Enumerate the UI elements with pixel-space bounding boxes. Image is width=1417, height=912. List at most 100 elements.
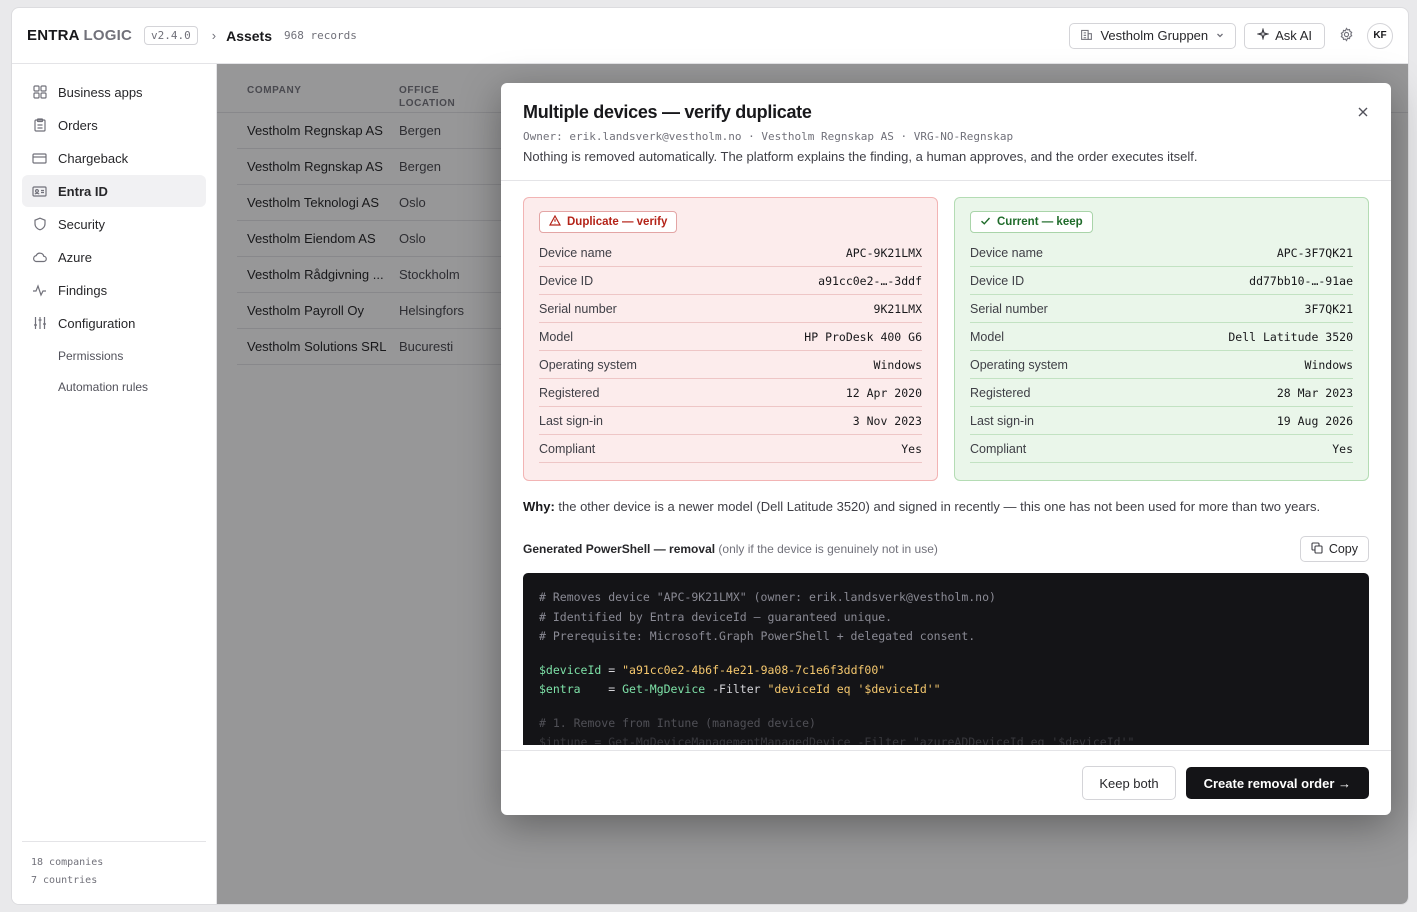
- code-line: $entra = Get-MgDevice -Filter "deviceId …: [539, 680, 1353, 700]
- dialog-description: Nothing is removed automatically. The pl…: [523, 149, 1198, 164]
- sidebar-item-configuration[interactable]: Configuration: [22, 307, 206, 339]
- settings-button[interactable]: [1333, 23, 1359, 49]
- sidebar-item-orders[interactable]: Orders: [22, 109, 206, 141]
- field-value: Windows: [873, 357, 922, 372]
- sidebar-item-chargeback[interactable]: Chargeback: [22, 142, 206, 174]
- credit-card-icon: [32, 151, 47, 166]
- copy-icon: [1311, 541, 1323, 557]
- sidebar-item-label: Configuration: [58, 315, 136, 331]
- field-label: Model: [539, 329, 574, 344]
- field-value: a91cc0e2-…-3ddf: [818, 273, 922, 288]
- sliders-icon: [32, 316, 47, 331]
- code-comment: # Prerequisite: Microsoft.Graph PowerShe…: [539, 629, 976, 643]
- field-value: 3 Nov 2023: [852, 413, 922, 428]
- powershell-header: Generated PowerShell — removal (only if …: [501, 514, 1391, 562]
- code-argument: -Filter: [705, 682, 768, 696]
- field-value: 12 Apr 2020: [845, 385, 922, 400]
- dialog-owner-meta: Owner: erik.landsverk@vestholm.no · Vest…: [523, 130, 1014, 143]
- copy-label: Copy: [1328, 542, 1358, 556]
- sidebar-item-entra-id[interactable]: Entra ID: [22, 175, 206, 207]
- field-row: Compliant Yes: [970, 435, 1353, 463]
- code-string: "a91cc0e2-4b6f-4e21-9a08-7c1e6f3ddf00": [622, 662, 886, 677]
- page-title: Assets: [226, 27, 272, 44]
- ask-ai-button[interactable]: Ask AI: [1244, 22, 1325, 49]
- field-label: Serial number: [539, 301, 617, 316]
- field-row: Device ID dd77bb10-…-91ae: [970, 267, 1353, 295]
- close-button[interactable]: [1353, 103, 1373, 123]
- code-comment: # 1. Remove from Intune (managed device): [539, 715, 816, 730]
- code-comment: # Identified by Entra deviceId — guarant…: [539, 609, 893, 624]
- field-label: Device name: [970, 245, 1043, 260]
- dialog-title: Multiple devices — verify duplicate: [523, 102, 812, 122]
- sidebar-item-label: Orders: [58, 117, 98, 133]
- field-value: 28 Mar 2023: [1276, 385, 1353, 400]
- sidebar-item-business-apps[interactable]: Business apps: [22, 76, 206, 108]
- field-row: Serial number 3F7QK21: [970, 295, 1353, 323]
- copy-button[interactable]: Copy: [1299, 536, 1369, 562]
- field-row: Compliant Yes: [539, 435, 922, 463]
- sidebar-item-label: Business apps: [58, 84, 143, 100]
- field-value: APC-9K21LMX: [845, 245, 922, 260]
- device-comparison: Duplicate — verify Device name APC-9K21LM…: [501, 181, 1391, 481]
- chevron-down-icon: [1215, 28, 1225, 43]
- code-line: $intune = Get-MgDeviceManagementManagedD…: [539, 735, 1135, 745]
- sidebar-item-findings[interactable]: Findings: [22, 274, 206, 306]
- sidebar-subitem-automation-rules[interactable]: Automation rules: [22, 371, 206, 402]
- sidebar-subitem-permissions[interactable]: Permissions: [22, 340, 206, 371]
- field-row: Last sign-in 19 Aug 2026: [970, 407, 1353, 435]
- powershell-note: (only if the device is genuinely not in …: [715, 542, 938, 556]
- field-row: Last sign-in 3 Nov 2023: [539, 407, 922, 435]
- ask-ai-label: Ask AI: [1275, 28, 1312, 43]
- company-count: 18 companies: [31, 857, 104, 868]
- field-label: Last sign-in: [539, 413, 603, 428]
- clipboard-icon: [32, 118, 47, 133]
- field-row: Model Dell Latitude 3520: [970, 323, 1353, 351]
- code-comment: # Removes device "APC-9K21LMX" (owner: e…: [539, 590, 996, 604]
- app-logo[interactable]: ENTRA LOGIC: [27, 27, 132, 44]
- create-removal-order-button[interactable]: Create removal order →: [1185, 767, 1369, 799]
- field-value: Yes: [1332, 441, 1353, 456]
- check-icon: [980, 216, 991, 229]
- sidebar-item-security[interactable]: Security: [22, 208, 206, 240]
- duplicate-badge: Duplicate — verify: [539, 211, 678, 233]
- record-count: 968 records: [284, 29, 357, 42]
- code-string: "deviceId eq '$deviceId'": [767, 682, 941, 696]
- current-badge-label: Current — keep: [997, 216, 1083, 228]
- field-label: Device name: [539, 245, 612, 260]
- field-label: Last sign-in: [970, 413, 1034, 428]
- logo-text-secondary: LOGIC: [83, 27, 132, 44]
- field-label: Model: [970, 329, 1005, 344]
- field-label: Compliant: [539, 441, 596, 456]
- field-value: dd77bb10-…-91ae: [1249, 273, 1353, 288]
- gear-icon: [1339, 26, 1354, 45]
- field-value: APC-3F7QK21: [1276, 245, 1353, 260]
- tenant-label: Vestholm Gruppen: [1100, 28, 1209, 43]
- field-row: Device name APC-3F7QK21: [970, 239, 1353, 267]
- dialog-header: Multiple devices — verify duplicate Owne…: [501, 83, 1391, 181]
- avatar[interactable]: KF: [1367, 22, 1393, 49]
- field-value: 3F7QK21: [1304, 301, 1353, 316]
- field-value: Yes: [901, 441, 922, 456]
- close-icon: [1357, 106, 1369, 121]
- powershell-code-block[interactable]: # Removes device "APC-9K21LMX" (owner: e…: [523, 573, 1369, 745]
- code-variable: $deviceId: [539, 662, 602, 677]
- keep-both-button[interactable]: Keep both: [1082, 766, 1176, 800]
- logo-text-primary: ENTRA: [27, 27, 80, 44]
- reason-body: the other device is a newer model (Dell …: [554, 499, 1321, 514]
- tenant-selector[interactable]: Vestholm Gruppen: [1069, 22, 1237, 49]
- reason-text: Why: the other device is a newer model (…: [501, 481, 1391, 514]
- field-label: Operating system: [970, 357, 1068, 372]
- current-device-card: Current — keep Device name APC-3F7QK21 De…: [954, 197, 1369, 481]
- code-function: Get-MgDevice: [622, 682, 706, 696]
- grid-icon: [32, 85, 47, 100]
- sidebar: Business apps Orders Chargeback Entra ID…: [12, 64, 217, 904]
- cloud-icon: [32, 250, 47, 265]
- field-value: 19 Aug 2026: [1276, 413, 1353, 428]
- code-line: $deviceId = "a91cc0e2-4b6f-4e21-9a08-7c1…: [539, 661, 1353, 681]
- field-label: Serial number: [970, 301, 1048, 316]
- building-icon: [1080, 28, 1093, 44]
- code-operator: =: [580, 682, 623, 696]
- sidebar-item-azure[interactable]: Azure: [22, 241, 206, 273]
- powershell-title: Generated PowerShell — removal: [523, 542, 716, 556]
- field-label: Registered: [970, 385, 1031, 400]
